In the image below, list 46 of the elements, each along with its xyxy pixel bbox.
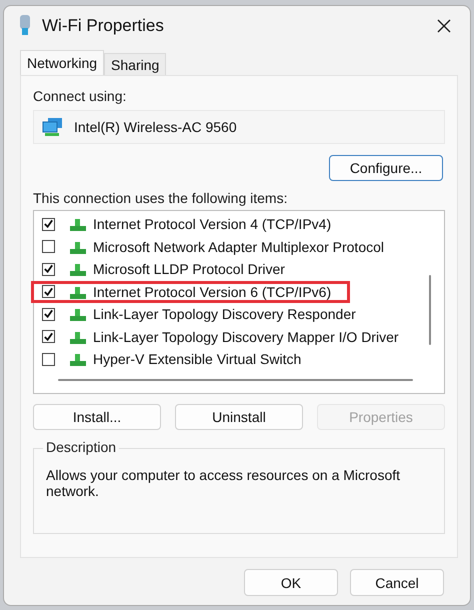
item-label[interactable]: Microsoft LLDP Protocol Driver — [93, 261, 285, 278]
item-row[interactable]: Microsoft LLDP Protocol Driver — [31, 258, 304, 280]
configure-button[interactable]: Configure... — [329, 155, 443, 181]
item-label[interactable]: Link-Layer Topology Discovery Responder — [93, 306, 356, 322]
protocol-icon — [69, 330, 87, 344]
items-label: This connection uses the following items: — [33, 190, 288, 206]
checkbox[interactable] — [42, 330, 55, 344]
dialog-button[interactable]: Cancel — [350, 569, 444, 596]
item-row[interactable]: Internet Protocol Version 4 (TCP/IPv4) — [31, 213, 350, 236]
vertical-scrollbar[interactable] — [429, 275, 431, 345]
tab[interactable]: Networking — [20, 50, 104, 75]
item-action-button[interactable]: Uninstall — [175, 404, 303, 430]
item-label[interactable]: Internet Protocol Version 4 (TCP/IPv4) — [93, 216, 332, 232]
network-adapter-icon — [18, 15, 32, 37]
item-label[interactable]: Hyper-V Extensible Virtual Switch — [93, 351, 302, 368]
checkbox[interactable] — [42, 308, 55, 321]
description-title: Description — [43, 439, 120, 455]
description-text: Allows your computer to access resources on a Microsoft network. — [46, 467, 402, 499]
item-row[interactable]: Hyper-V Extensible Virtual Switch — [31, 348, 320, 370]
tab[interactable]: Sharing — [104, 53, 166, 75]
item-label[interactable]: Microsoft Network Adapter Multiplexor Protocol — [93, 238, 384, 255]
window-title: Wi-Fi Properties — [42, 16, 165, 36]
checkbox[interactable] — [42, 285, 55, 298]
adapter-name: Intel(R) Wireless-AC 9560 — [74, 119, 237, 135]
dialog-button[interactable]: OK — [244, 569, 338, 596]
protocol-icon — [69, 240, 87, 254]
protocol-icon — [69, 262, 87, 276]
horizontal-scrollbar[interactable] — [58, 379, 413, 381]
checkbox[interactable] — [42, 352, 55, 366]
protocol-icon — [69, 352, 87, 366]
protocol-icon — [69, 307, 87, 322]
item-action-button[interactable]: Install... — [33, 404, 161, 430]
item-row[interactable]: Internet Protocol Version 6 (TCP/IPv6) — [31, 280, 350, 303]
item-label[interactable]: Link-Layer Topology Discovery Mapper I/O Driver — [93, 328, 399, 345]
item-row[interactable]: Microsoft Network Adapter Multiplexor Protocol — [31, 236, 403, 258]
protocol-icon — [69, 217, 87, 232]
network-computers-icon — [42, 117, 64, 137]
checkbox[interactable] — [42, 262, 55, 276]
checkbox[interactable] — [42, 240, 55, 254]
protocol-icon — [69, 284, 87, 299]
item-label[interactable]: Internet Protocol Version 6 (TCP/IPv6) — [93, 284, 332, 300]
connect-using-label: Connect using: — [33, 88, 128, 104]
checkbox[interactable] — [42, 218, 55, 231]
item-row[interactable]: Link-Layer Topology Discovery Mapper I/O Driver — [31, 326, 418, 348]
close-icon — [436, 18, 452, 34]
item-row[interactable]: Link-Layer Topology Discovery Responder — [31, 303, 375, 326]
